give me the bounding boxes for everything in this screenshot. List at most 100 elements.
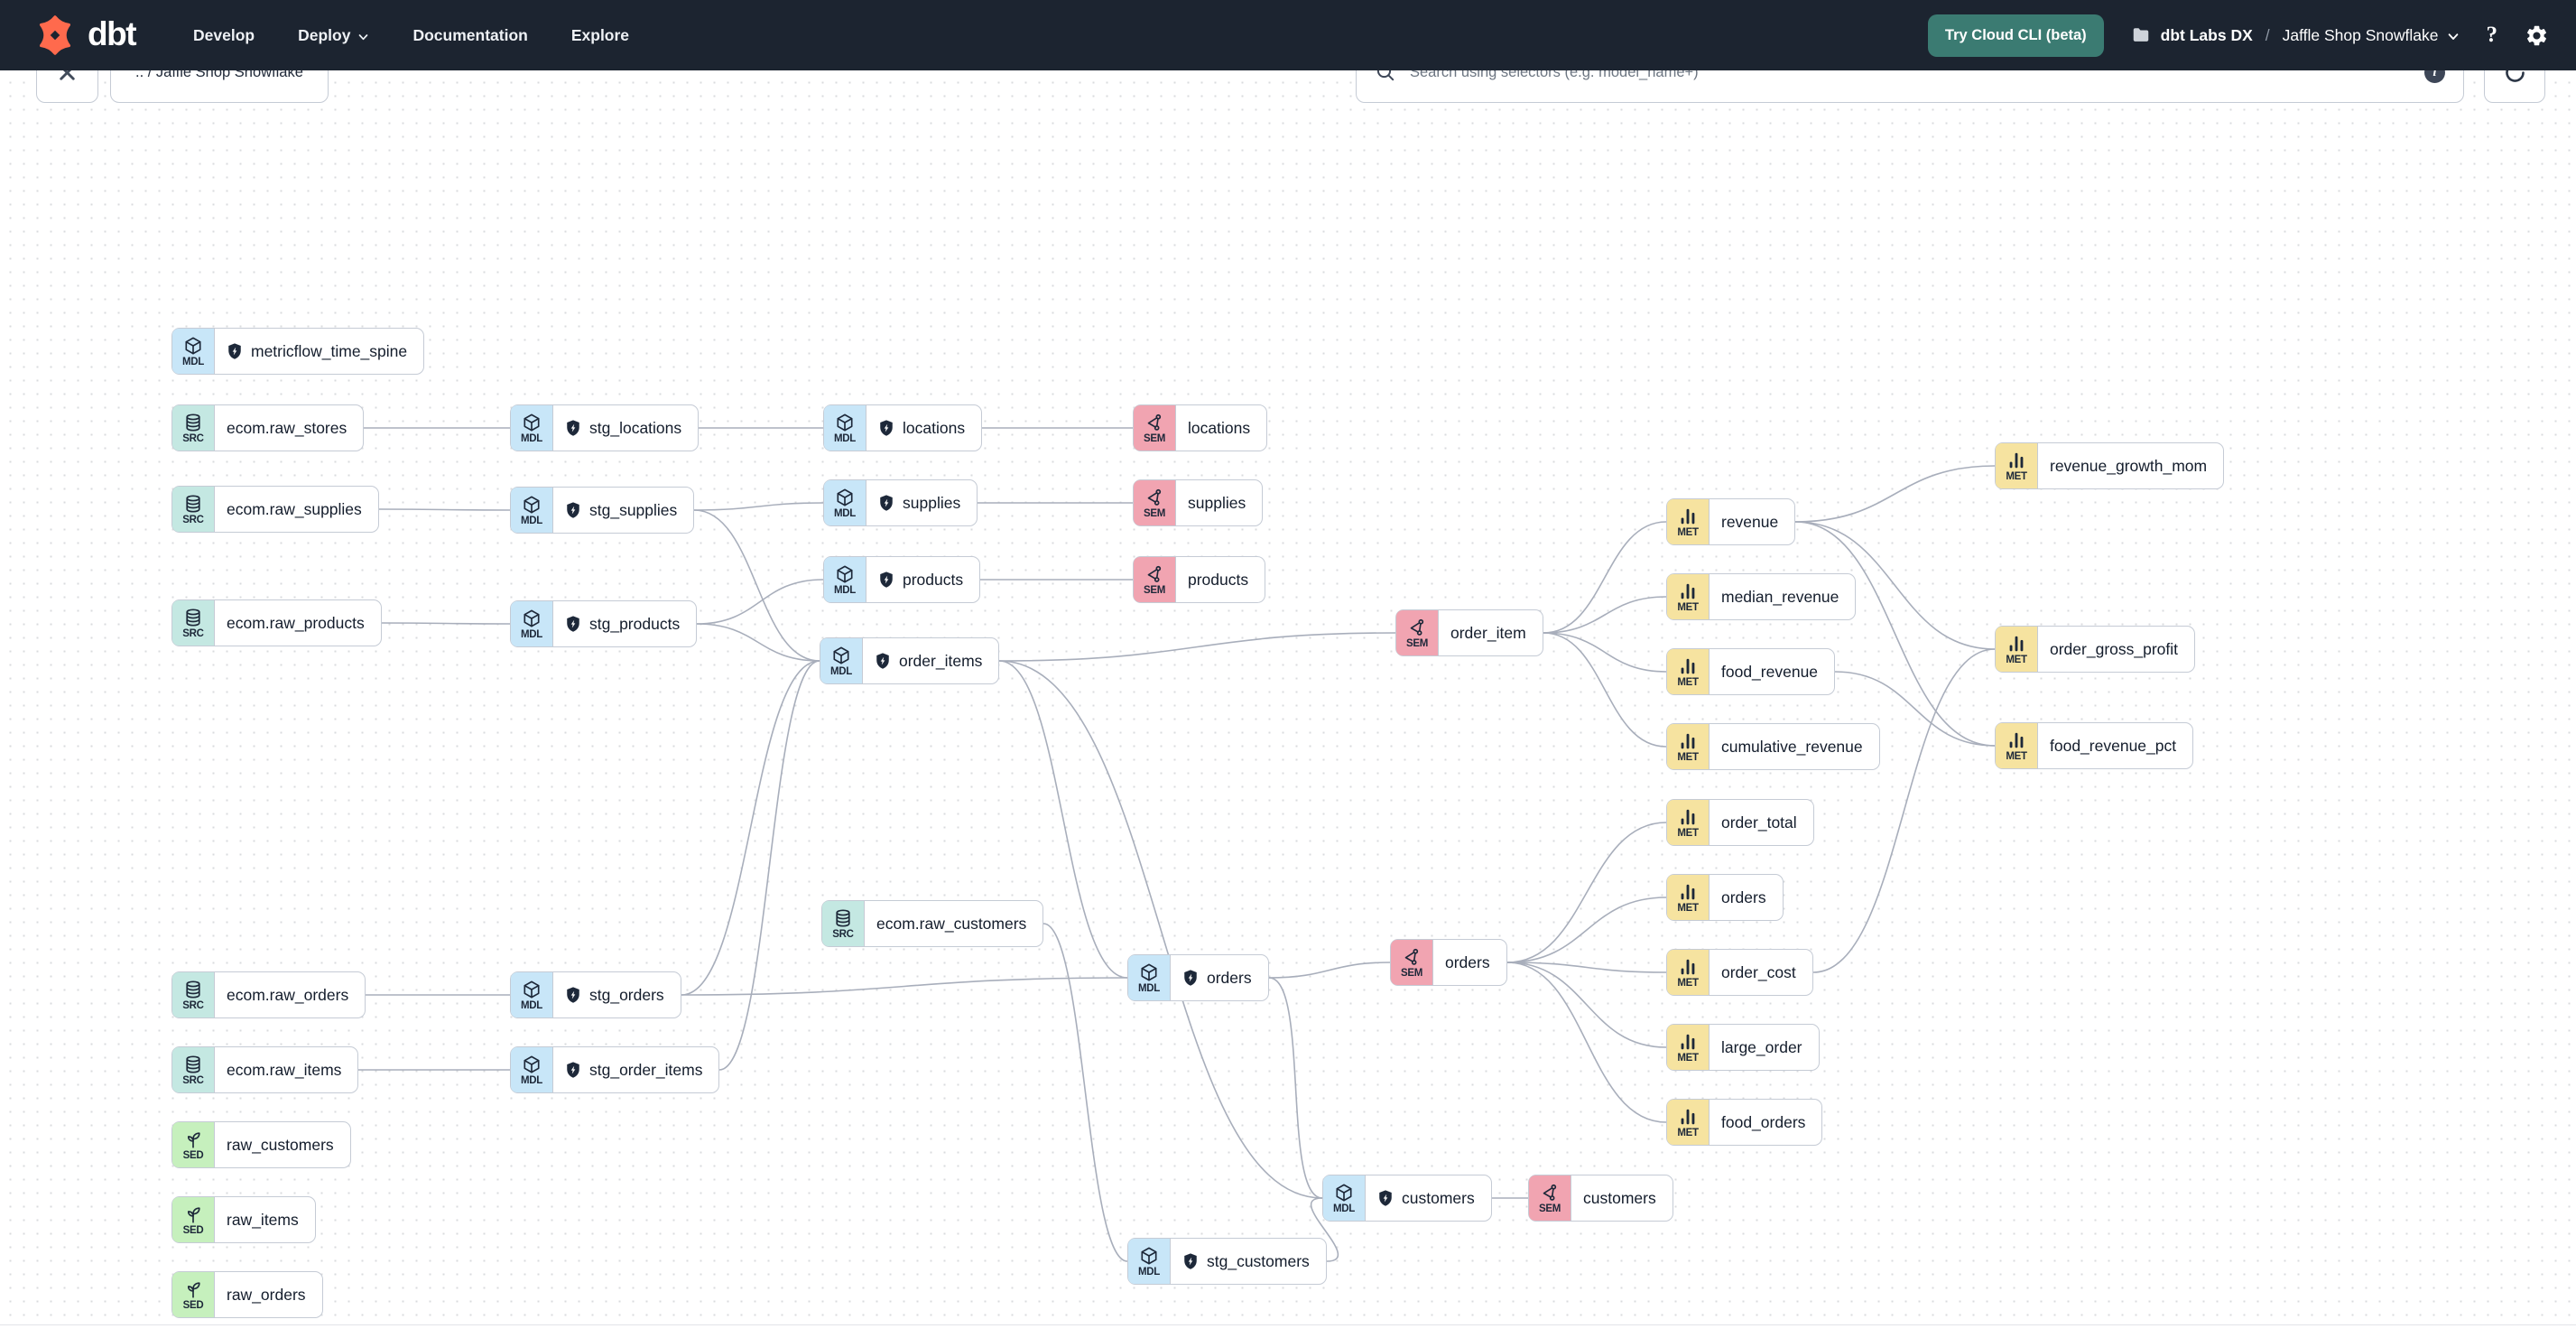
graph-node-mdl_stg_locations[interactable]: MDL stg_locations <box>510 404 700 451</box>
node-type-label: MET <box>1677 676 1699 688</box>
graph-node-met_order_gross_profit[interactable]: MET order_gross_profit <box>1995 626 2196 673</box>
bar-chart-icon <box>1678 506 1698 526</box>
graph-node-mdl_customers[interactable]: MDL customers <box>1322 1175 1492 1222</box>
node-label: ecom.raw_products <box>227 613 365 632</box>
graph-node-sem_order_item[interactable]: SEM order_item <box>1395 609 1543 656</box>
graph-node-sem_locations[interactable]: SEM locations <box>1133 404 1268 451</box>
node-label: ecom.raw_orders <box>227 985 349 1004</box>
project-name[interactable]: Jaffle Shop Snowflake <box>2283 26 2460 45</box>
graph-node-met_food_orders[interactable]: MET food_orders <box>1666 1099 1823 1146</box>
graph-node-src_raw_products[interactable]: SRC ecom.raw_products <box>171 599 382 646</box>
node-label: order_item <box>1450 623 1526 642</box>
graph-node-mdl_products[interactable]: MDL products <box>823 556 981 603</box>
contract-shield-icon <box>1377 1189 1394 1207</box>
chevron-down-icon <box>359 33 368 40</box>
graph-node-mdl_metricflow_time_spine[interactable]: MDL metricflow_time_spine <box>171 328 425 375</box>
project-switcher[interactable]: dbt Labs DX / Jaffle Shop Snowflake <box>2131 25 2460 45</box>
bar-chart-icon <box>1678 731 1698 751</box>
nav-item-explore[interactable]: Explore <box>571 26 629 45</box>
node-label: raw_customers <box>227 1135 334 1154</box>
node-type-label: SRC <box>182 432 204 444</box>
graph-node-met_order_total[interactable]: MET order_total <box>1666 799 1814 846</box>
edge-mdl_order_items-to-sem_order_item <box>998 632 1396 662</box>
lineage-canvas[interactable]: MDL metricflow_time_spine SRC ecom.raw_s… <box>0 70 2576 1325</box>
graph-node-met_revenue[interactable]: MET revenue <box>1666 498 1796 545</box>
graph-node-sed_raw_items[interactable]: SED raw_items <box>171 1196 316 1243</box>
nav-item-label: Deploy <box>298 25 351 44</box>
node-label: metricflow_time_spine <box>251 341 408 360</box>
node-label: ecom.raw_customers <box>876 914 1027 933</box>
edge-met_revenue-to-met_revenue_growth_mom <box>1794 465 1996 523</box>
graph-node-met_food_revenue_pct[interactable]: MET food_revenue_pct <box>1995 722 2194 769</box>
cube-icon <box>835 488 855 507</box>
graph-node-src_raw_customers[interactable]: SRC ecom.raw_customers <box>821 900 1044 947</box>
graph-node-met_order_cost[interactable]: MET order_cost <box>1666 949 1813 996</box>
node-label: raw_items <box>227 1210 299 1229</box>
node-label: products <box>903 570 964 589</box>
nav-item-documentation[interactable]: Documentation <box>412 26 527 45</box>
help-button[interactable]: ? <box>2487 23 2498 48</box>
node-label: ecom.raw_supplies <box>227 499 362 518</box>
node-label: orders <box>1207 968 1252 987</box>
settings-gear-button[interactable] <box>2525 23 2549 48</box>
node-label: order_total <box>1721 813 1797 832</box>
graph-node-src_raw_items[interactable]: SRC ecom.raw_items <box>171 1046 359 1093</box>
graph-node-mdl_stg_products[interactable]: MDL stg_products <box>510 600 698 647</box>
graph-node-met_food_revenue[interactable]: MET food_revenue <box>1666 648 1836 695</box>
graph-node-sed_raw_orders[interactable]: SED raw_orders <box>171 1271 323 1318</box>
dbt-brand[interactable]: dbt <box>34 14 137 56</box>
graph-node-sem_supplies[interactable]: SEM supplies <box>1133 479 1264 526</box>
graph-node-mdl_stg_order_items[interactable]: MDL stg_order_items <box>510 1046 720 1093</box>
dbt-logo-icon <box>34 14 76 56</box>
account-project-separator: / <box>2265 25 2270 44</box>
database-icon <box>183 980 203 999</box>
graph-node-src_raw_stores[interactable]: SRC ecom.raw_stores <box>171 404 365 451</box>
graph-node-sem_orders[interactable]: SEM orders <box>1390 939 1507 986</box>
nav-item-deploy[interactable]: Deploy <box>298 26 369 45</box>
bar-chart-icon <box>1678 656 1698 676</box>
cube-icon <box>183 336 203 356</box>
node-type-label: SEM <box>1143 432 1166 444</box>
graph-node-mdl_order_items[interactable]: MDL order_items <box>820 637 1000 684</box>
node-type-label: MET <box>1677 1052 1699 1064</box>
node-label: stg_supplies <box>589 500 678 519</box>
try-cloud-cli-button[interactable]: Try Cloud CLI (beta) <box>1927 14 2104 57</box>
graph-node-met_revenue_growth_mom[interactable]: MET revenue_growth_mom <box>1995 442 2225 489</box>
gear-icon <box>2526 25 2547 45</box>
graph-node-mdl_stg_supplies[interactable]: MDL stg_supplies <box>510 487 695 534</box>
node-type-label: MET <box>1677 827 1699 839</box>
contract-shield-icon <box>227 342 243 360</box>
node-label: customers <box>1402 1188 1475 1207</box>
graph-node-sem_customers[interactable]: SEM customers <box>1528 1175 1673 1222</box>
node-type-label: MET <box>2006 750 2027 762</box>
semantic-graph-icon <box>1144 564 1164 584</box>
graph-node-mdl_stg_orders[interactable]: MDL stg_orders <box>510 971 681 1018</box>
graph-node-met_large_order[interactable]: MET large_order <box>1666 1024 1820 1071</box>
graph-node-sed_raw_customers[interactable]: SED raw_customers <box>171 1121 351 1168</box>
graph-node-met_cumulative_revenue[interactable]: MET cumulative_revenue <box>1666 723 1880 770</box>
graph-node-mdl_stg_customers[interactable]: MDL stg_customers <box>1127 1238 1327 1285</box>
graph-node-src_raw_supplies[interactable]: SRC ecom.raw_supplies <box>171 486 379 533</box>
graph-node-mdl_locations[interactable]: MDL locations <box>823 404 983 451</box>
nav-item-label: Develop <box>193 25 255 44</box>
semantic-graph-icon <box>1407 618 1427 637</box>
node-label: raw_orders <box>227 1285 306 1304</box>
cube-icon <box>522 495 542 515</box>
node-type-label: SEM <box>1405 637 1429 649</box>
graph-node-sem_products[interactable]: SEM products <box>1133 556 1266 603</box>
node-type-label: MET <box>1677 902 1699 914</box>
node-type-label: MDL <box>520 1074 542 1086</box>
nav-item-develop[interactable]: Develop <box>193 26 255 45</box>
node-type-label: MDL <box>520 999 542 1011</box>
node-label: stg_products <box>589 614 681 633</box>
contract-shield-icon <box>565 1061 581 1079</box>
graph-node-src_raw_orders[interactable]: SRC ecom.raw_orders <box>171 971 366 1018</box>
graph-node-mdl_supplies[interactable]: MDL supplies <box>823 479 978 526</box>
database-icon <box>833 908 853 928</box>
graph-node-met_orders[interactable]: MET orders <box>1666 874 1784 921</box>
contract-shield-icon <box>875 652 891 670</box>
cube-icon <box>1139 962 1159 982</box>
graph-node-met_median_revenue[interactable]: MET median_revenue <box>1666 573 1857 620</box>
bar-chart-icon <box>2006 451 2026 470</box>
graph-node-mdl_orders[interactable]: MDL orders <box>1127 954 1269 1001</box>
